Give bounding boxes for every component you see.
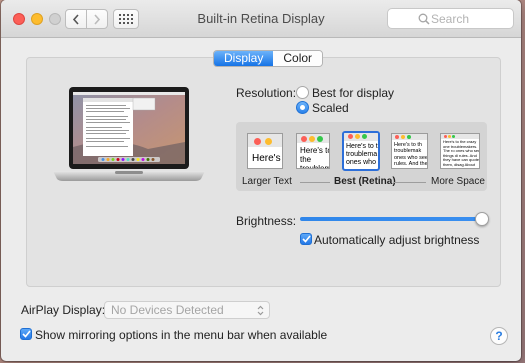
checkmark-icon	[21, 330, 31, 338]
scale-divider-left	[300, 182, 330, 183]
preferences-window: Built-in Retina Display Search Display C…	[1, 0, 521, 361]
airplay-label: AirPlay Display:	[21, 303, 106, 317]
search-placeholder: Search	[431, 11, 470, 26]
mirroring-label[interactable]: Show mirroring options in the menu bar w…	[35, 328, 327, 342]
thumb-text-1: Here's	[252, 153, 281, 164]
checkmark-icon	[301, 235, 311, 243]
close-button[interactable]	[13, 13, 25, 25]
chevron-right-icon	[94, 13, 101, 25]
scale-option-best-retina[interactable]: Here's to th troublema ones who	[342, 131, 380, 171]
resolution-label: Resolution:	[236, 86, 297, 100]
tab-display[interactable]: Display	[214, 51, 274, 66]
tab-color[interactable]: Color	[273, 51, 323, 66]
search-field[interactable]: Search	[387, 8, 514, 29]
search-icon	[418, 13, 430, 25]
chevron-left-icon	[72, 13, 79, 25]
brightness-slider-knob[interactable]	[475, 212, 489, 226]
grid-icon	[119, 14, 133, 24]
auto-brightness-checkbox[interactable]	[300, 233, 312, 245]
zoom-button[interactable]	[49, 13, 61, 25]
scale-label-larger-text: Larger Text	[242, 176, 292, 187]
auto-brightness-label[interactable]: Automatically adjust brightness	[314, 233, 479, 247]
window-title: Built-in Retina Display	[197, 11, 325, 26]
thumb-text-3: Here's to th troublema ones who	[346, 143, 380, 167]
thumb-text-2: Here's to the troublem	[300, 146, 330, 169]
title-bar: Built-in Retina Display Search	[1, 0, 521, 38]
scaled-label[interactable]: Scaled	[312, 101, 349, 115]
tab-bar: Display Color	[213, 50, 324, 67]
minimize-button[interactable]	[31, 13, 43, 25]
brightness-slider[interactable]	[300, 217, 483, 221]
best-for-display-label[interactable]: Best for display	[312, 86, 394, 100]
scale-option-more-space[interactable]: Here's to the crazy one troublemakers. T…	[440, 133, 480, 169]
scale-option-larger-text[interactable]: Here's	[247, 133, 283, 169]
updown-chevron-icon	[257, 305, 264, 316]
scale-label-best-retina: Best (Retina)	[334, 176, 396, 187]
scale-option-2[interactable]: Here's to the troublem	[296, 133, 330, 169]
airplay-display-popup[interactable]: No Devices Detected	[104, 301, 270, 319]
show-all-button[interactable]	[113, 9, 139, 29]
airplay-value: No Devices Detected	[111, 303, 224, 317]
mirroring-checkbox[interactable]	[20, 328, 32, 340]
back-button[interactable]	[65, 9, 87, 29]
scale-divider-right	[394, 182, 426, 183]
scaled-radio[interactable]	[296, 101, 309, 114]
forward-button[interactable]	[86, 9, 108, 29]
scale-label-more-space: More Space	[431, 176, 485, 187]
brightness-label: Brightness:	[236, 214, 297, 228]
thumb-text-5: Here's to the crazy one troublemakers. T…	[443, 139, 480, 168]
scale-option-4[interactable]: Here's to th troublemak ones who see rul…	[391, 133, 428, 169]
best-for-display-radio[interactable]	[296, 86, 309, 99]
help-button[interactable]: ?	[490, 327, 508, 345]
macbook-illustration	[53, 87, 205, 181]
thumb-text-4: Here's to th troublemak ones who see rul…	[394, 142, 428, 167]
